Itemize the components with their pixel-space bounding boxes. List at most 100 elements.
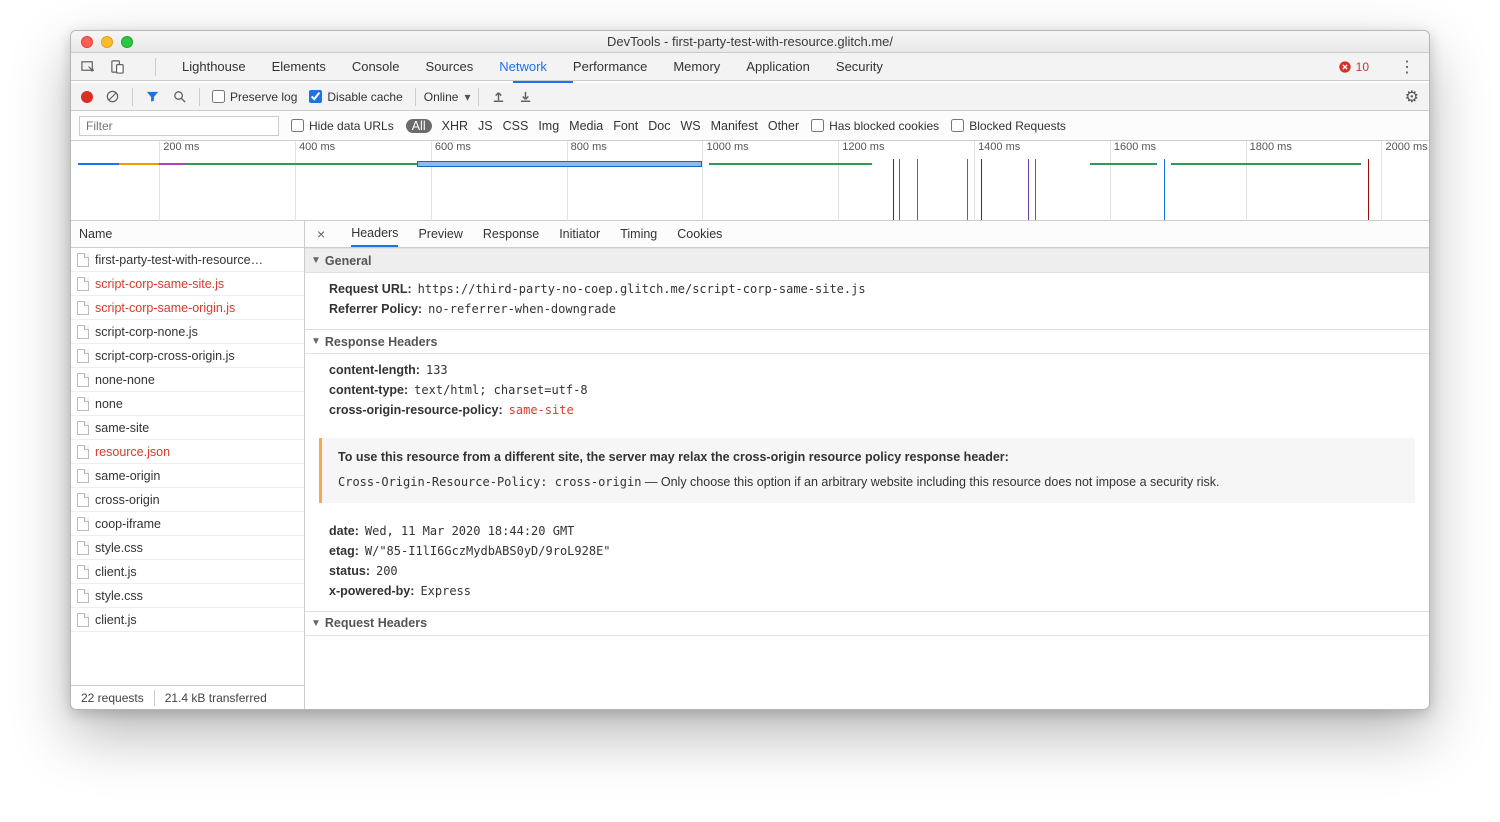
settings-gear-icon[interactable]: ⚙ <box>1405 87 1419 107</box>
request-name: script-corp-same-origin.js <box>95 301 235 315</box>
status-bar: 22 requests 21.4 kB transferred <box>71 685 304 709</box>
caret-down-icon: ▼ <box>311 255 321 266</box>
request-row[interactable]: client.js <box>71 608 304 632</box>
type-css[interactable]: CSS <box>503 119 529 133</box>
request-row[interactable]: cross-origin <box>71 488 304 512</box>
tab-console[interactable]: Console <box>352 59 400 74</box>
request-row[interactable]: none <box>71 392 304 416</box>
detail-tab-response[interactable]: Response <box>483 221 539 247</box>
etag-key: etag: <box>329 544 359 558</box>
type-other[interactable]: Other <box>768 119 799 133</box>
tab-application[interactable]: Application <box>746 59 810 74</box>
error-count: 10 <box>1356 60 1369 74</box>
filter-icon[interactable] <box>145 89 160 104</box>
type-manifest[interactable]: Manifest <box>711 119 758 133</box>
file-icon <box>77 445 89 459</box>
clear-icon[interactable] <box>105 89 120 104</box>
divider <box>132 88 133 106</box>
request-row[interactable]: resource.json <box>71 440 304 464</box>
section-general[interactable]: ▼ General <box>305 248 1429 273</box>
filter-input[interactable] <box>79 116 279 136</box>
hide-data-urls-checkbox[interactable]: Hide data URLs <box>291 119 394 133</box>
type-img[interactable]: Img <box>538 119 559 133</box>
type-doc[interactable]: Doc <box>648 119 670 133</box>
name-column-header[interactable]: Name <box>71 221 304 248</box>
request-name: none <box>95 397 123 411</box>
close-detail-icon[interactable]: × <box>311 226 331 242</box>
status-transferred: 21.4 kB transferred <box>155 691 277 705</box>
detail-tab-timing[interactable]: Timing <box>620 221 657 247</box>
request-name: none-none <box>95 373 155 387</box>
request-name: resource.json <box>95 445 170 459</box>
detail-tab-headers[interactable]: Headers <box>351 221 398 247</box>
detail-tab-preview[interactable]: Preview <box>418 221 462 247</box>
request-name: same-site <box>95 421 149 435</box>
download-har-icon[interactable] <box>518 89 533 104</box>
request-row[interactable]: script-corp-same-site.js <box>71 272 304 296</box>
tab-performance[interactable]: Performance <box>573 59 647 74</box>
timeline-overview[interactable]: 200 ms 400 ms 600 ms 800 ms 1000 ms 1200… <box>71 141 1429 221</box>
disable-cache-label: Disable cache <box>327 90 402 104</box>
section-title: Request Headers <box>325 616 427 630</box>
type-ws[interactable]: WS <box>680 119 700 133</box>
preserve-log-checkbox[interactable]: Preserve log <box>212 90 297 104</box>
type-media[interactable]: Media <box>569 119 603 133</box>
tab-security[interactable]: Security <box>836 59 883 74</box>
has-blocked-cookies-label: Has blocked cookies <box>829 119 939 133</box>
request-row[interactable]: script-corp-same-origin.js <box>71 296 304 320</box>
upload-har-icon[interactable] <box>491 89 506 104</box>
has-blocked-cookies-checkbox[interactable]: Has blocked cookies <box>811 119 939 133</box>
type-js[interactable]: JS <box>478 119 493 133</box>
detail-tab-initiator[interactable]: Initiator <box>559 221 600 247</box>
detail-tab-cookies[interactable]: Cookies <box>677 221 722 247</box>
type-xhr[interactable]: XHR <box>442 119 468 133</box>
date-key: date: <box>329 524 359 538</box>
file-icon <box>77 517 89 531</box>
overview-bar <box>709 163 872 165</box>
request-row[interactable]: script-corp-none.js <box>71 320 304 344</box>
content-type-value: text/html; charset=utf-8 <box>414 383 587 397</box>
corp-info-heading: To use this resource from a different si… <box>338 448 1399 467</box>
corp-info-rest: — Only choose this option if an arbitrar… <box>641 475 1219 489</box>
tab-elements[interactable]: Elements <box>272 59 326 74</box>
tab-sources[interactable]: Sources <box>426 59 474 74</box>
referrer-policy-key: Referrer Policy: <box>329 302 422 316</box>
request-name: style.css <box>95 589 143 603</box>
type-all[interactable]: All <box>406 119 432 133</box>
error-count-badge[interactable]: 10 <box>1338 60 1369 74</box>
request-row[interactable]: none-none <box>71 368 304 392</box>
tab-memory[interactable]: Memory <box>673 59 720 74</box>
record-button[interactable] <box>81 91 93 103</box>
file-icon <box>77 421 89 435</box>
device-toggle-icon[interactable] <box>110 59 125 74</box>
inspect-icon[interactable] <box>81 59 96 74</box>
request-row[interactable]: same-origin <box>71 464 304 488</box>
section-request-headers[interactable]: ▼Request Headers <box>305 611 1429 636</box>
request-row[interactable]: same-site <box>71 416 304 440</box>
request-row[interactable]: style.css <box>71 536 304 560</box>
tab-lighthouse[interactable]: Lighthouse <box>182 59 246 74</box>
corp-key: cross-origin-resource-policy: <box>329 403 503 417</box>
type-font[interactable]: Font <box>613 119 638 133</box>
request-row[interactable]: style.css <box>71 584 304 608</box>
blocked-requests-checkbox[interactable]: Blocked Requests <box>951 119 1066 133</box>
tab-network[interactable]: Network <box>499 59 547 74</box>
search-icon[interactable] <box>172 89 187 104</box>
request-row[interactable]: script-corp-cross-origin.js <box>71 344 304 368</box>
request-row[interactable]: client.js <box>71 560 304 584</box>
throttle-value: Online <box>424 90 459 104</box>
section-title: General <box>325 254 372 268</box>
file-icon <box>77 469 89 483</box>
section-response-headers[interactable]: ▼Response Headers <box>305 329 1429 354</box>
request-name: style.css <box>95 541 143 555</box>
throttle-select[interactable]: Online ▾ <box>415 88 480 106</box>
window-title: DevTools - first-party-test-with-resourc… <box>71 34 1429 49</box>
more-menu-icon[interactable]: ⋮ <box>1395 57 1419 77</box>
request-row[interactable]: coop-iframe <box>71 512 304 536</box>
request-row[interactable]: first-party-test-with-resource… <box>71 248 304 272</box>
overview-marker <box>917 159 918 220</box>
disable-cache-checkbox[interactable]: Disable cache <box>309 90 402 104</box>
overview-marker <box>899 159 900 220</box>
file-icon <box>77 565 89 579</box>
file-icon <box>77 589 89 603</box>
